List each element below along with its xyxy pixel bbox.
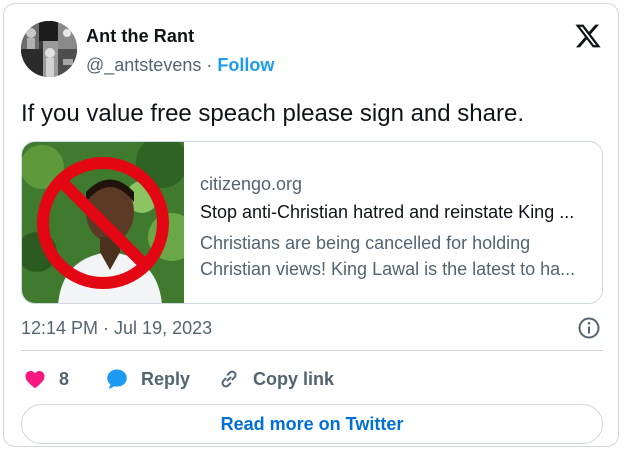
author-name[interactable]: Ant the Rant — [86, 26, 194, 47]
copy-link-label: Copy link — [253, 368, 335, 389]
link-description: Christians are being cancelled for holdi… — [200, 230, 596, 282]
like-button[interactable]: 8 — [23, 364, 69, 394]
avatar-image — [21, 21, 77, 77]
separator-dot: · — [206, 55, 213, 75]
link-chain-icon — [221, 370, 237, 388]
tweet-embed-card: Ant the Rant @_antstevens · Follow If yo… — [3, 3, 619, 447]
tweet-text: If you value free speach please sign and… — [21, 100, 524, 127]
info-icon[interactable] — [577, 316, 601, 340]
reply-label: Reply — [141, 368, 191, 389]
reply-button[interactable]: Reply — [105, 364, 190, 394]
link-description-line: Christian views! King Lawal is the lates… — [200, 259, 576, 279]
follow-link[interactable]: Follow — [217, 55, 274, 75]
read-more-button[interactable]: Read more on Twitter — [21, 404, 603, 444]
x-logo-icon[interactable] — [574, 22, 602, 50]
author-handle[interactable]: @_antstevens — [86, 55, 201, 75]
speech-bubble-icon — [107, 369, 127, 389]
tweet-timestamp[interactable]: 12:14 PM · Jul 19, 2023 — [21, 318, 212, 339]
author-handle-row: @_antstevens · Follow — [86, 55, 274, 76]
link-title: Stop anti-Christian hatred and reinstate… — [200, 202, 575, 222]
copy-link-button[interactable]: Copy link — [217, 364, 334, 394]
heart-icon — [25, 371, 45, 389]
like-count: 8 — [59, 368, 70, 389]
link-thumbnail — [22, 142, 184, 303]
author-avatar[interactable] — [21, 21, 77, 77]
link-preview-card[interactable]: citizengo.org Stop anti-Christian hatred… — [21, 141, 603, 304]
action-bar: 8 Reply Copy link — [21, 364, 603, 394]
divider — [21, 350, 603, 351]
link-description-line: Christians are being cancelled for holdi… — [200, 233, 531, 253]
thumbnail-image — [22, 142, 184, 303]
link-domain: citizengo.org — [200, 174, 303, 194]
link-text-block: citizengo.org Stop anti-Christian hatred… — [200, 174, 596, 282]
